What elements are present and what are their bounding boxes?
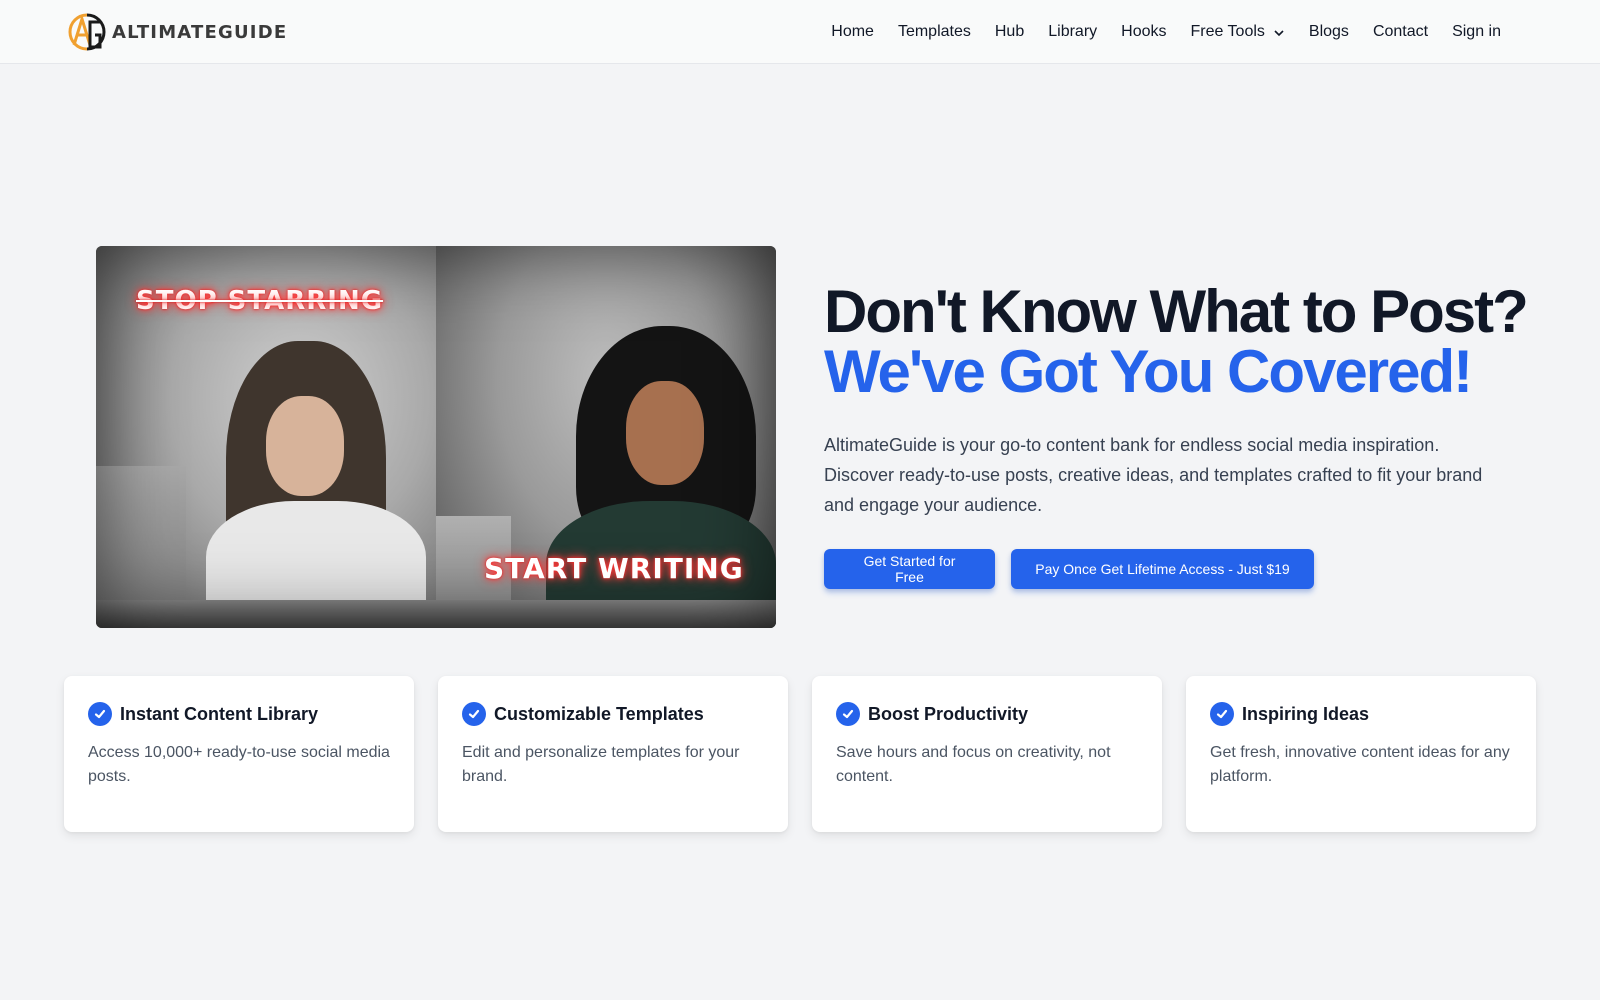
feature-title: Boost Productivity — [868, 703, 1029, 724]
check-circle-icon — [462, 702, 486, 726]
check-circle-icon — [1210, 702, 1234, 726]
nav-templates[interactable]: Templates — [898, 23, 971, 41]
overlay-text-stop: STOP STARRING — [136, 286, 384, 316]
feature-card: Customizable Templates Edit and personal… — [438, 676, 788, 832]
headline-line-1: Don't Know What to Post? — [824, 278, 1529, 345]
get-started-button[interactable]: Get Started for Free — [824, 549, 995, 589]
features-section: Instant Content Library Access 10,000+ r… — [64, 676, 1536, 832]
logo-link[interactable]: ALTIMATEGUIDE — [68, 13, 287, 51]
feature-card: Inspiring Ideas Get fresh, innovative co… — [1186, 676, 1536, 832]
overlay-text-start: START WRITING — [484, 552, 744, 585]
nav-library[interactable]: Library — [1048, 23, 1097, 41]
feature-title: Inspiring Ideas — [1242, 703, 1370, 724]
check-circle-icon — [836, 702, 860, 726]
feature-title: Instant Content Library — [120, 703, 319, 724]
nav-home[interactable]: Home — [831, 23, 874, 41]
headline-line-2: We've Got You Covered! — [824, 338, 1473, 405]
logo-text: ALTIMATEGUIDE — [112, 21, 288, 43]
nav-hooks[interactable]: Hooks — [1121, 23, 1166, 41]
feature-card: Boost Productivity Save hours and focus … — [812, 676, 1162, 832]
feature-description: Get fresh, innovative content ideas for … — [1210, 744, 1510, 785]
hero-image: STOP STARRING START WRITING — [96, 246, 776, 628]
site-header: ALTIMATEGUIDE Home Templates Hub Library… — [0, 0, 1600, 64]
feature-title: Customizable Templates — [494, 703, 704, 724]
logo-icon — [68, 13, 106, 51]
nav-hub[interactable]: Hub — [995, 23, 1024, 41]
feature-description: Edit and personalize templates for your … — [462, 744, 740, 785]
nav-blogs[interactable]: Blogs — [1309, 23, 1349, 41]
chevron-down-icon — [1273, 26, 1285, 38]
feature-description: Access 10,000+ ready-to-use social media… — [88, 744, 390, 785]
main-nav: Home Templates Hub Library Hooks Free To… — [831, 0, 1501, 64]
nav-free-tools-label: Free Tools — [1190, 23, 1265, 40]
nav-sign-in[interactable]: Sign in — [1452, 23, 1501, 41]
nav-contact[interactable]: Contact — [1373, 23, 1428, 41]
feature-description: Save hours and focus on creativity, not … — [836, 744, 1111, 785]
lifetime-access-button[interactable]: Pay Once Get Lifetime Access - Just $19 — [1011, 549, 1314, 589]
feature-card: Instant Content Library Access 10,000+ r… — [64, 676, 414, 832]
hero-headline: Don't Know What to Post? We've Got You C… — [824, 278, 1529, 405]
hero-description: AltimateGuide is your go-to content bank… — [824, 435, 1483, 515]
nav-free-tools[interactable]: Free Tools — [1191, 23, 1285, 41]
check-circle-icon — [88, 702, 112, 726]
